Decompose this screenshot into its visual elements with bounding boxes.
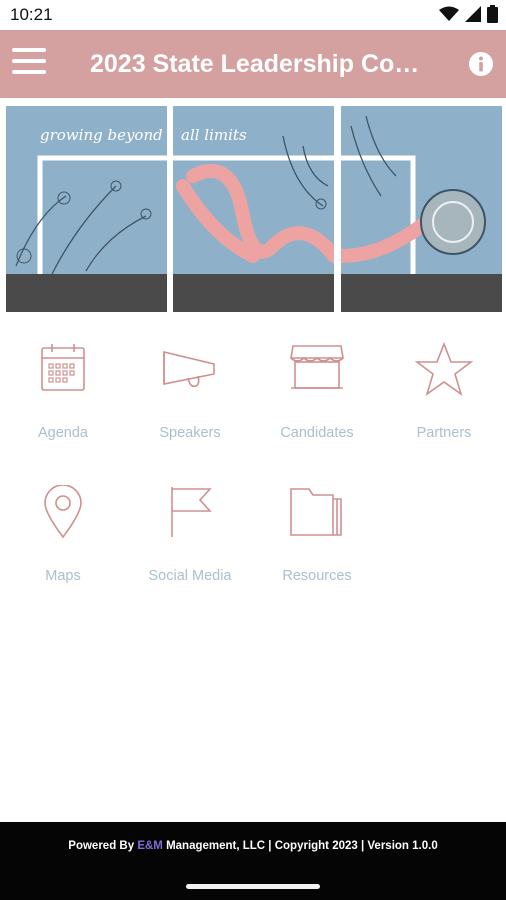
tile-speakers[interactable]: Speakers (127, 330, 253, 460)
footer-text: Powered By E&M Management, LLC | Copyrig… (0, 840, 506, 852)
app-title: 2023 State Leadership Conf... (90, 50, 430, 78)
footer-prefix: Powered By (68, 840, 138, 852)
battery-icon (487, 5, 498, 23)
calendar-icon (41, 344, 85, 391)
folder-icon (290, 488, 342, 536)
megaphone-icon (163, 350, 215, 388)
tile-label: Partners (416, 425, 472, 441)
star-icon (415, 342, 473, 396)
home-indicator[interactable] (186, 884, 320, 889)
tile-label: Agenda (38, 425, 88, 441)
status-time: 10:21 (10, 5, 53, 24)
footer-brand-link[interactable]: E&M (137, 840, 163, 852)
banner-panel-right (341, 106, 502, 312)
tile-agenda[interactable]: Agenda (0, 330, 126, 460)
info-icon[interactable] (468, 51, 494, 77)
tile-label: Resources (282, 568, 352, 584)
tile-maps[interactable]: Maps (0, 473, 126, 603)
tile-resources[interactable]: Resources (254, 473, 380, 603)
tile-label: Maps (45, 568, 81, 584)
storefront-icon (290, 345, 344, 389)
tile-label: Candidates (280, 425, 354, 441)
tile-candidates[interactable]: Candidates (254, 330, 380, 460)
banner-panel-center: all limits (173, 106, 334, 312)
hamburger-icon (12, 48, 46, 52)
footer-suffix: Management, LLC | Copyright 2023 | Versi… (162, 840, 438, 852)
status-bar: 10:21 (0, 0, 506, 30)
signal-icon (465, 6, 481, 22)
status-icons (439, 5, 498, 23)
map-pin-icon (44, 485, 82, 539)
tile-partners[interactable]: Partners (381, 330, 506, 460)
banner-image: growing beyond all limits (6, 106, 502, 312)
tile-social-media[interactable]: Social Media (127, 473, 253, 603)
banner-panel-left: growing beyond (6, 106, 167, 312)
menu-button[interactable] (12, 48, 46, 80)
banner-script-right: all limits (181, 126, 247, 144)
tile-label: Speakers (159, 425, 221, 441)
app-bar: 2023 State Leadership Conf... (0, 30, 506, 98)
banner-script-left: growing beyond (40, 126, 163, 144)
tile-label: Social Media (148, 568, 232, 584)
wifi-icon (439, 6, 459, 21)
footer: Powered By E&M Management, LLC | Copyrig… (0, 822, 506, 900)
flag-icon (171, 487, 212, 537)
